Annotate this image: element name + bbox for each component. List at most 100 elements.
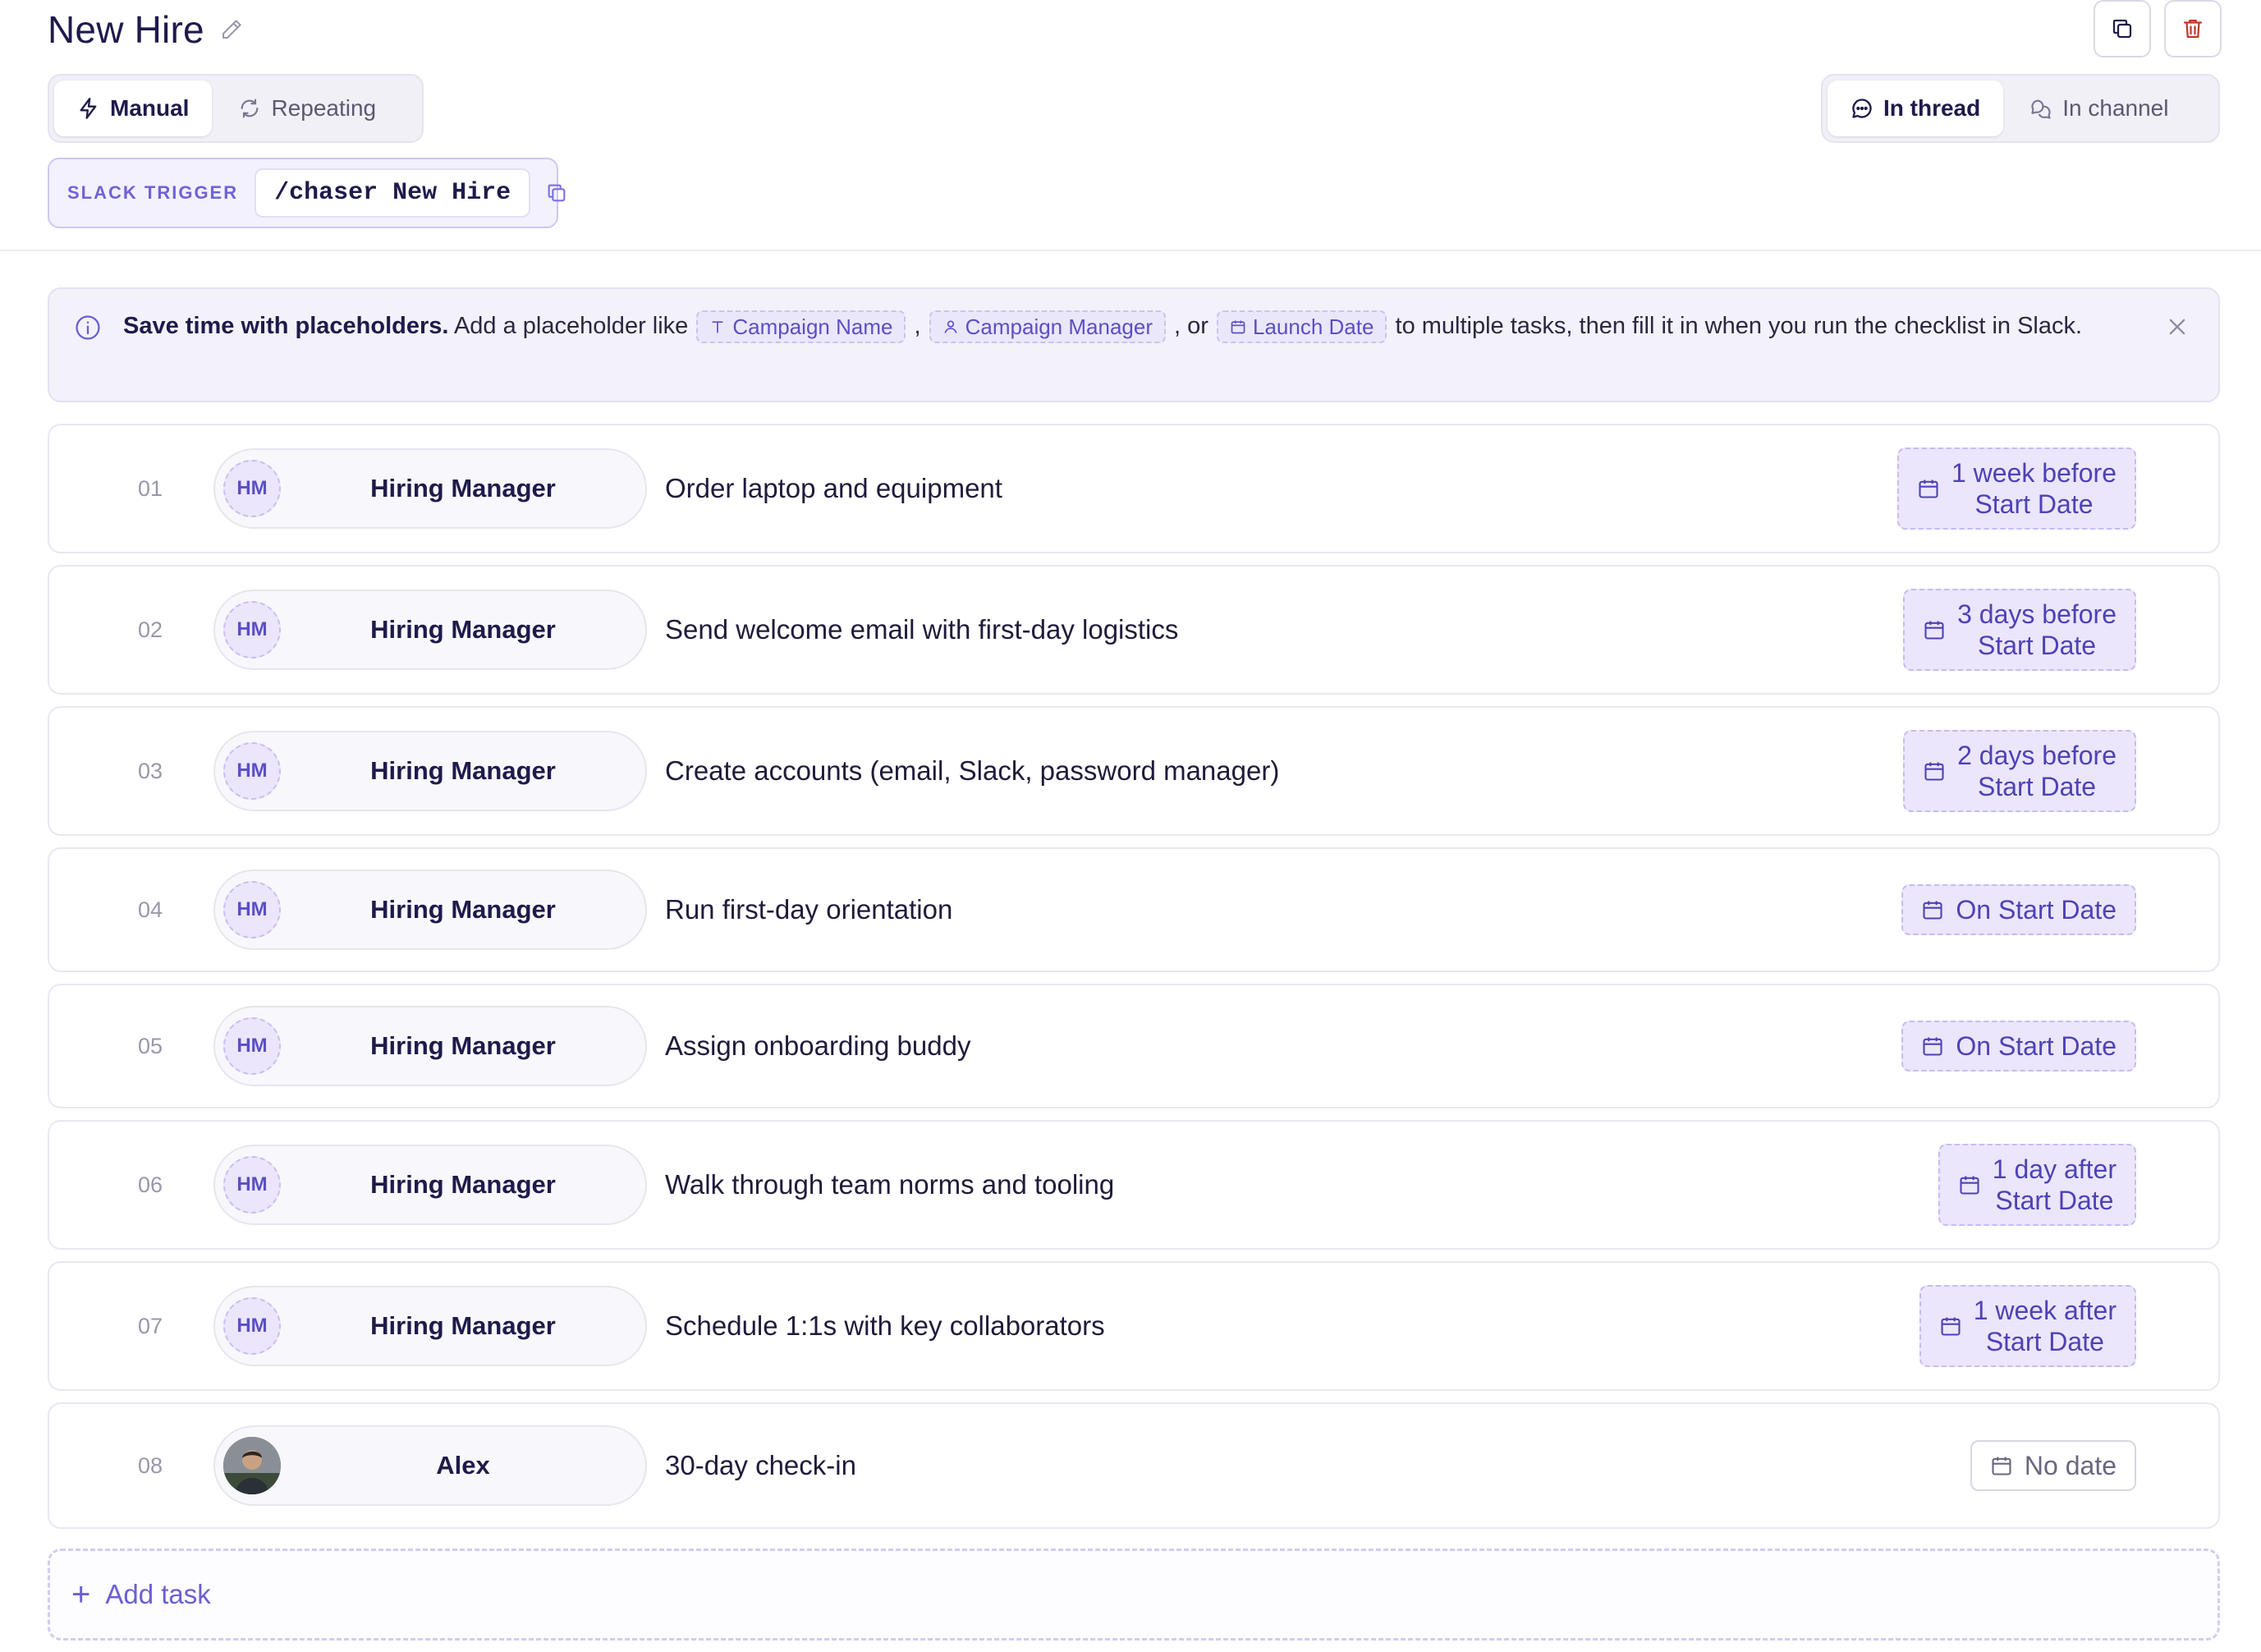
chip-label: Campaign Name	[732, 314, 893, 340]
task-title[interactable]: Send welcome email with first-day logist…	[665, 567, 1178, 693]
add-task-button[interactable]: + Add task	[48, 1549, 2220, 1641]
banner-heading: Save time with placeholders.	[123, 313, 449, 339]
due-date-button[interactable]: No date	[1970, 1440, 2136, 1491]
slack-trigger-command[interactable]: /chaser New Hire	[255, 168, 531, 218]
task-row[interactable]: 05 HM Hiring Manager Assign onboarding b…	[48, 984, 2220, 1108]
due-line1: 2 days before	[1957, 741, 2117, 770]
calendar-icon	[1923, 1037, 1942, 1056]
chat-bubble-icon	[1852, 99, 1872, 118]
assignee-name: Hiring Manager	[370, 756, 556, 785]
task-title[interactable]: 30-day check-in	[665, 1404, 856, 1527]
in-channel-label: In channel	[2062, 95, 2169, 121]
task-number: 04	[138, 897, 163, 922]
task-row[interactable]: 02 HM Hiring Manager Send welcome email …	[48, 565, 2220, 695]
task-row[interactable]: 06 HM Hiring Manager Walk through team n…	[48, 1120, 2220, 1250]
in-channel-tab[interactable]: In channel	[2006, 80, 2191, 136]
pencil-icon[interactable]	[219, 17, 244, 42]
placeholder-chip-launch-date: Launch Date	[1217, 310, 1387, 344]
person-photo-icon	[223, 1437, 281, 1494]
assignee-picker[interactable]: HM Hiring Manager	[213, 1006, 647, 1086]
avatar: HM	[223, 1156, 281, 1214]
assignee-picker[interactable]: HM Hiring Manager	[213, 590, 647, 670]
assignee-picker[interactable]: HM Hiring Manager	[213, 1286, 647, 1366]
task-row[interactable]: 03 HM Hiring Manager Create accounts (em…	[48, 706, 2220, 836]
page-title[interactable]: New Hire	[48, 7, 204, 52]
placeholder-chip-campaign-manager: Campaign Manager	[929, 310, 1166, 344]
due-date-button[interactable]: On Start Date	[1901, 1021, 2136, 1072]
calendar-icon	[1992, 1457, 2011, 1475]
assignee-picker[interactable]: Alex	[213, 1425, 647, 1506]
assignee-name: Hiring Manager	[370, 1311, 556, 1340]
copy-command-button[interactable]	[545, 178, 568, 208]
calendar-icon	[1960, 1176, 1979, 1195]
avatar: HM	[223, 460, 281, 517]
in-thread-tab[interactable]: In thread	[1828, 80, 2004, 136]
task-number: 01	[138, 475, 163, 501]
due-line1: No date	[2024, 1451, 2117, 1480]
due-line1: 1 day after	[1992, 1154, 2117, 1184]
task-number: 03	[138, 758, 163, 783]
task-title[interactable]: Order laptop and equipment	[665, 425, 1002, 552]
task-title[interactable]: Assign onboarding buddy	[665, 985, 970, 1107]
due-line1: On Start Date	[1956, 895, 2117, 925]
calendar-icon	[1941, 1317, 1961, 1336]
due-line2: Start Date	[1995, 1186, 2114, 1215]
task-title[interactable]: Schedule 1:1s with key collaborators	[665, 1263, 1105, 1389]
task-row[interactable]: 01 HM Hiring Manager Order laptop and eq…	[48, 424, 2220, 553]
avatar: HM	[223, 1297, 281, 1355]
task-title[interactable]: Walk through team norms and tooling	[665, 1122, 1114, 1248]
task-number: 08	[138, 1452, 163, 1478]
assignee-name: Hiring Manager	[370, 1170, 556, 1199]
info-icon	[76, 315, 100, 340]
due-date-button[interactable]: 1 week before Start Date	[1896, 447, 2136, 530]
due-line2: Start Date	[1978, 631, 2097, 660]
lightning-icon	[80, 98, 97, 119]
assignee-name: Hiring Manager	[370, 1031, 556, 1060]
task-number: 05	[138, 1033, 163, 1058]
plus-icon: +	[71, 1576, 91, 1613]
copy-icon	[2112, 19, 2132, 39]
assignee-picker[interactable]: HM Hiring Manager	[213, 731, 647, 811]
avatar: HM	[223, 881, 281, 938]
assignee-picker[interactable]: HM Hiring Manager	[213, 448, 647, 529]
duplicate-button[interactable]	[2094, 0, 2151, 57]
delete-button[interactable]	[2164, 0, 2222, 57]
due-date-button[interactable]: 2 days before Start Date	[1903, 730, 2136, 812]
banner-lead: Add a placeholder like	[448, 313, 695, 339]
task-number: 07	[138, 1313, 163, 1338]
checklist-editor: New Hire Manual Repeating In thread In c…	[0, 0, 2261, 1652]
person-icon	[944, 320, 957, 334]
refresh-icon	[241, 99, 259, 118]
due-date-button[interactable]: 1 day after Start Date	[1938, 1144, 2136, 1226]
due-line2: Start Date	[1978, 772, 2097, 801]
title-row: New Hire	[48, 3, 244, 56]
due-date-button[interactable]: 3 days before Start Date	[1903, 589, 2136, 671]
due-date-button[interactable]: On Start Date	[1901, 884, 2136, 935]
manual-label: Manual	[110, 95, 190, 121]
banner-text: Save time with placeholders. Add a place…	[123, 309, 2144, 344]
task-title[interactable]: Run first-day orientation	[665, 849, 952, 971]
manual-tab[interactable]: Manual	[54, 80, 213, 136]
user-photo-avatar	[223, 1437, 281, 1494]
banner-sep: , or	[1167, 313, 1215, 339]
assignee-picker[interactable]: HM Hiring Manager	[213, 870, 647, 950]
assignee-picker[interactable]: HM Hiring Manager	[213, 1145, 647, 1225]
assignee-name: Hiring Manager	[370, 615, 556, 644]
in-thread-label: In thread	[1883, 95, 1981, 121]
due-line2: Start Date	[1985, 1327, 2104, 1356]
due-line1: 3 days before	[1957, 599, 2117, 629]
due-date-button[interactable]: 1 week after Start Date	[1919, 1285, 2136, 1367]
due-line2: Start Date	[1974, 489, 2094, 519]
task-row[interactable]: 04 HM Hiring Manager Run first-day orien…	[48, 847, 2220, 972]
chip-label: Campaign Manager	[965, 314, 1153, 340]
task-row[interactable]: 08 Alex 30-day check-in No date	[48, 1402, 2220, 1529]
close-icon[interactable]	[2166, 315, 2189, 338]
calendar-icon	[1924, 621, 1944, 640]
task-list: 01 HM Hiring Manager Order laptop and eq…	[48, 424, 2220, 1540]
task-title[interactable]: Create accounts (email, Slack, password …	[665, 708, 1279, 834]
task-row[interactable]: 07 HM Hiring Manager Schedule 1:1s with …	[48, 1261, 2220, 1391]
text-type-icon	[712, 321, 724, 333]
calendar-icon	[1924, 762, 1944, 781]
repeating-tab[interactable]: Repeating	[215, 80, 399, 136]
slack-trigger: SLACK TRIGGER /chaser New Hire	[48, 158, 566, 228]
